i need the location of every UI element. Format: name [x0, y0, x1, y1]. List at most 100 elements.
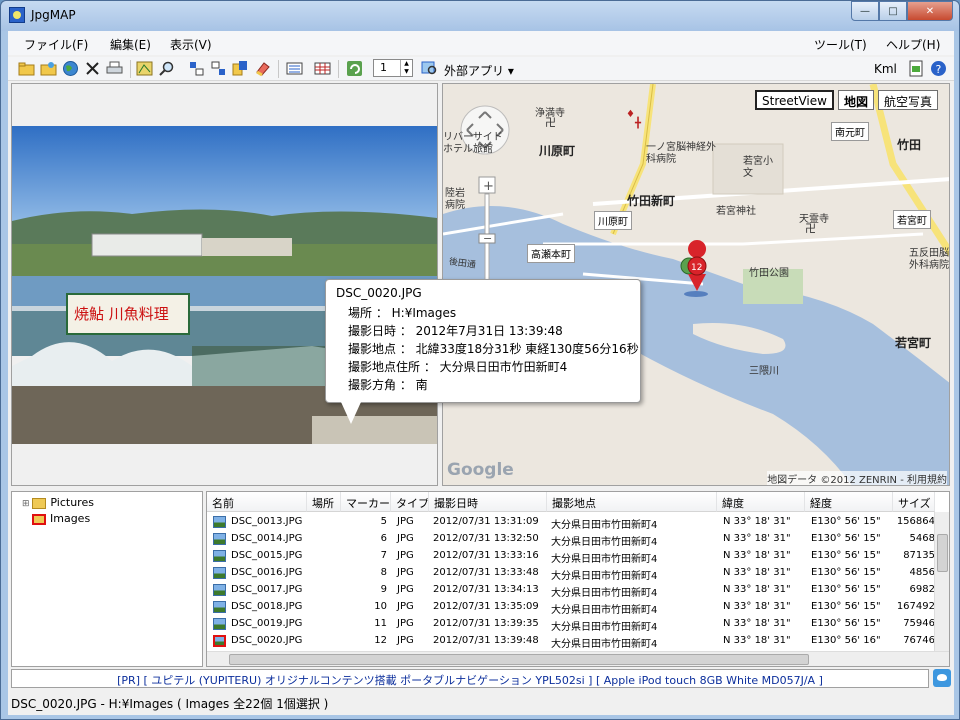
- external-app-dropdown[interactable]: 外部アプリ ▾: [444, 62, 514, 79]
- row-size: 4856: [909, 567, 935, 578]
- help-icon[interactable]: ?: [930, 60, 947, 77]
- row-longitude: E130° 56' 15": [811, 550, 881, 561]
- table-row[interactable]: DSC_0019.JPG 11 JPG 2012/07/31 13:39:35 大分県日…: [207, 616, 935, 633]
- tooltip-coords: 撮影地点 ： 北緯33度18分31秒 東経130度56分16秒: [348, 342, 639, 356]
- map-label-rikugan-hospital: 陸岩病院: [445, 188, 465, 211]
- map-label-takeda: 竹田: [897, 138, 922, 152]
- minimize-button[interactable]: —: [851, 1, 879, 21]
- tree-item-images[interactable]: Images: [32, 512, 90, 525]
- menu-edit[interactable]: 編集(E): [110, 36, 151, 53]
- map-label-taketashinmachi: 竹田新町: [627, 194, 676, 208]
- row-datetime: 2012/07/31 13:32:50: [433, 533, 539, 544]
- tree-item-label: Pictures: [50, 496, 94, 509]
- toolbar-separator: [130, 60, 131, 78]
- view-grid-icon[interactable]: [314, 60, 331, 77]
- table-row[interactable]: DSC_0014.JPG 6 JPG 2012/07/31 13:32:50 大分県日田…: [207, 531, 935, 548]
- search-icon[interactable]: [158, 60, 175, 77]
- column-header-size[interactable]: サイズ: [893, 492, 935, 512]
- row-latitude: N 33° 18' 31": [723, 635, 791, 646]
- map-copyright[interactable]: 地図データ ©2012 ZENRIN - 利用規約: [767, 471, 947, 485]
- refresh-icon[interactable]: [346, 60, 363, 77]
- vertical-scrollbar[interactable]: [934, 512, 949, 651]
- menu-view[interactable]: 表示(V): [170, 36, 212, 53]
- image-file-icon: [213, 635, 226, 647]
- column-header-longitude[interactable]: 経度: [805, 492, 893, 512]
- horizontal-scroll-thumb[interactable]: [229, 654, 809, 665]
- row-longitude: E130° 56' 15": [811, 584, 881, 595]
- tooltip-filename: DSC_0020.JPG: [336, 286, 422, 300]
- map-type-map-button[interactable]: 地図: [838, 90, 875, 110]
- map-icon[interactable]: [136, 60, 153, 77]
- export-icon[interactable]: [908, 60, 925, 77]
- column-header-name[interactable]: 名前: [207, 492, 307, 512]
- delete-icon[interactable]: [84, 60, 101, 77]
- tree-item-pictures[interactable]: ⊞ Pictures: [22, 496, 94, 509]
- twitter-icon[interactable]: [933, 669, 951, 687]
- column-header-marker[interactable]: マーカー: [341, 492, 391, 512]
- print-icon[interactable]: [106, 60, 123, 77]
- open-folder-icon[interactable]: [18, 60, 35, 77]
- maximize-button[interactable]: □: [879, 1, 907, 21]
- zoom-value: 1: [380, 61, 387, 74]
- tree-expander[interactable]: ⊞: [22, 499, 32, 509]
- row-location: 大分県日田市竹田新町4: [551, 571, 658, 582]
- map-label-gotanda-hospital: 五反田脳外科病院: [909, 248, 949, 271]
- column-header-place[interactable]: 場所: [307, 492, 341, 512]
- row-datetime: 2012/07/31 13:39:35: [433, 618, 539, 629]
- svg-text:?: ?: [936, 63, 942, 76]
- open-file-icon[interactable]: [40, 60, 57, 77]
- move-down-icon[interactable]: [210, 60, 227, 77]
- pr-banner[interactable]: [PR] [ ユピテル (YUPITERU) オリジナルコンテンツ搭載 ポータブ…: [11, 669, 929, 688]
- google-logo: Google: [447, 460, 514, 480]
- status-bar: DSC_0020.JPG - H:¥Images ( Images 全22個 1…: [8, 691, 954, 715]
- folder-icon: [32, 497, 47, 509]
- row-type: JPG: [397, 567, 414, 578]
- map-label-mikumagawa: 三隈川: [749, 366, 779, 377]
- view-list-icon[interactable]: [286, 60, 303, 77]
- map-label-tenreiji: 天霊寺: [799, 214, 829, 225]
- streetview-button[interactable]: StreetView: [755, 90, 834, 110]
- move-up-icon[interactable]: [188, 60, 205, 77]
- table-row[interactable]: DSC_0013.JPG 5 JPG 2012/07/31 13:31:09 大分県日田…: [207, 514, 935, 531]
- title-bar[interactable]: JpgMAP — □ ✕: [1, 1, 959, 31]
- row-type: JPG: [397, 584, 414, 595]
- column-header-latitude[interactable]: 緯度: [717, 492, 805, 512]
- tooltip-direction: 撮影方角 ： 南: [348, 378, 428, 392]
- menu-file[interactable]: ファイル(F): [24, 36, 88, 53]
- copy-icon[interactable]: [232, 60, 249, 77]
- column-header-type[interactable]: タイプ: [391, 492, 429, 512]
- row-location: 大分県日田市竹田新町4: [551, 588, 658, 599]
- eraser-icon[interactable]: [254, 60, 271, 77]
- table-row[interactable]: DSC_0016.JPG 8 JPG 2012/07/31 13:33:48 大分県日田…: [207, 565, 935, 582]
- column-header-datetime[interactable]: 撮影日時: [429, 492, 547, 512]
- app-window: JpgMAP — □ ✕ ファイル(F) 編集(E) 表示(V) ツール(T) …: [0, 0, 960, 720]
- menu-help[interactable]: ヘルプ(H): [886, 36, 940, 53]
- row-marker: 9: [380, 584, 387, 595]
- svg-text:╋: ╋: [635, 116, 642, 129]
- vertical-scroll-thumb[interactable]: [937, 534, 948, 572]
- image-file-icon: [213, 550, 226, 562]
- horizontal-scrollbar[interactable]: [207, 651, 949, 666]
- image-search-icon[interactable]: [421, 60, 438, 77]
- table-row[interactable]: DSC_0017.JPG 9 JPG 2012/07/31 13:34:13 大分県日田…: [207, 582, 935, 599]
- globe-icon[interactable]: [62, 60, 79, 77]
- zoom-spinner[interactable]: 1 ▲ ▼: [373, 59, 413, 77]
- row-location: 大分県日田市竹田新町4: [551, 605, 658, 616]
- map-type-aerial-button[interactable]: 航空写真: [878, 90, 939, 110]
- table-row[interactable]: DSC_0020.JPG 12 JPG 2012/07/31 13:39:48 大分県日…: [207, 633, 935, 650]
- row-size: 75946: [903, 618, 935, 629]
- sign-text: 焼鮎 川魚料理: [74, 305, 169, 323]
- row-longitude: E130° 56' 15": [811, 533, 881, 544]
- table-row[interactable]: DSC_0018.JPG 10 JPG 2012/07/31 13:35:09 大分県日…: [207, 599, 935, 616]
- close-button[interactable]: ✕: [907, 1, 953, 21]
- row-marker: 7: [380, 550, 387, 561]
- map-label-kawaramachi-station: 川原町: [594, 211, 632, 230]
- row-datetime: 2012/07/31 13:35:09: [433, 601, 539, 612]
- column-header-location[interactable]: 撮影地点: [547, 492, 717, 512]
- spinner-arrows[interactable]: ▲ ▼: [400, 60, 412, 76]
- menu-tools[interactable]: ツール(T): [814, 36, 867, 53]
- folder-tree: ⊞ Pictures Images: [11, 491, 203, 667]
- row-type: JPG: [397, 533, 414, 544]
- table-row[interactable]: DSC_0015.JPG 7 JPG 2012/07/31 13:33:16 大分県日田…: [207, 548, 935, 565]
- row-datetime: 2012/07/31 13:34:13: [433, 584, 539, 595]
